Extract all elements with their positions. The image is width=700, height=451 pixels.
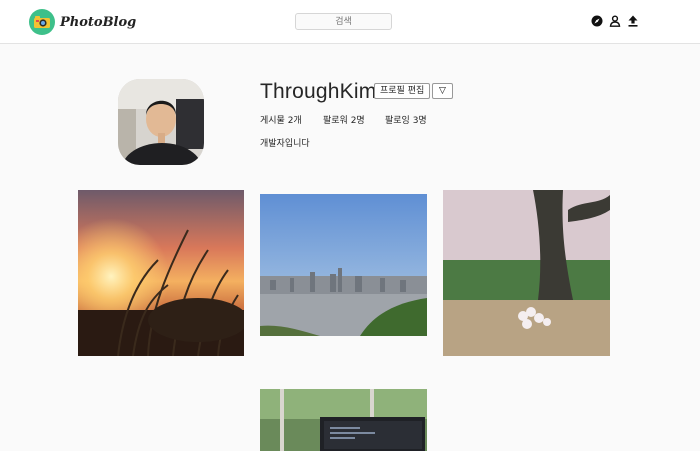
user-icon[interactable] — [608, 14, 621, 27]
search-input[interactable] — [295, 13, 392, 30]
post-city-skyline[interactable] — [260, 194, 427, 336]
logo[interactable]: PhotoBlog — [29, 9, 136, 35]
post-cherry-blossom[interactable] — [443, 190, 610, 356]
top-navigation-bar: PhotoBlog — [0, 0, 700, 44]
nav-icons — [590, 14, 639, 27]
post-sunset-reeds[interactable] — [78, 190, 244, 356]
upload-icon[interactable] — [626, 14, 639, 27]
profile-avatar[interactable] — [118, 79, 204, 165]
post-laptop-by-window[interactable] — [260, 389, 427, 451]
followers-count[interactable]: 팔로워 2명 — [323, 113, 365, 126]
edit-profile-button[interactable]: 프로필 편집 — [374, 83, 431, 99]
logo-text: PhotoBlog — [60, 14, 137, 30]
triangle-down-icon: ▽ — [439, 85, 446, 96]
profile-username: ThroughKim — [260, 80, 377, 103]
posts-count: 게시물 2개 — [260, 116, 302, 126]
profile-bio: 개발자입니다 — [260, 139, 310, 149]
camera-logo-icon — [29, 9, 55, 35]
following-count[interactable]: 팔로잉 3명 — [385, 113, 427, 126]
options-button[interactable]: ▽ — [432, 83, 453, 99]
compass-icon[interactable] — [590, 14, 603, 27]
